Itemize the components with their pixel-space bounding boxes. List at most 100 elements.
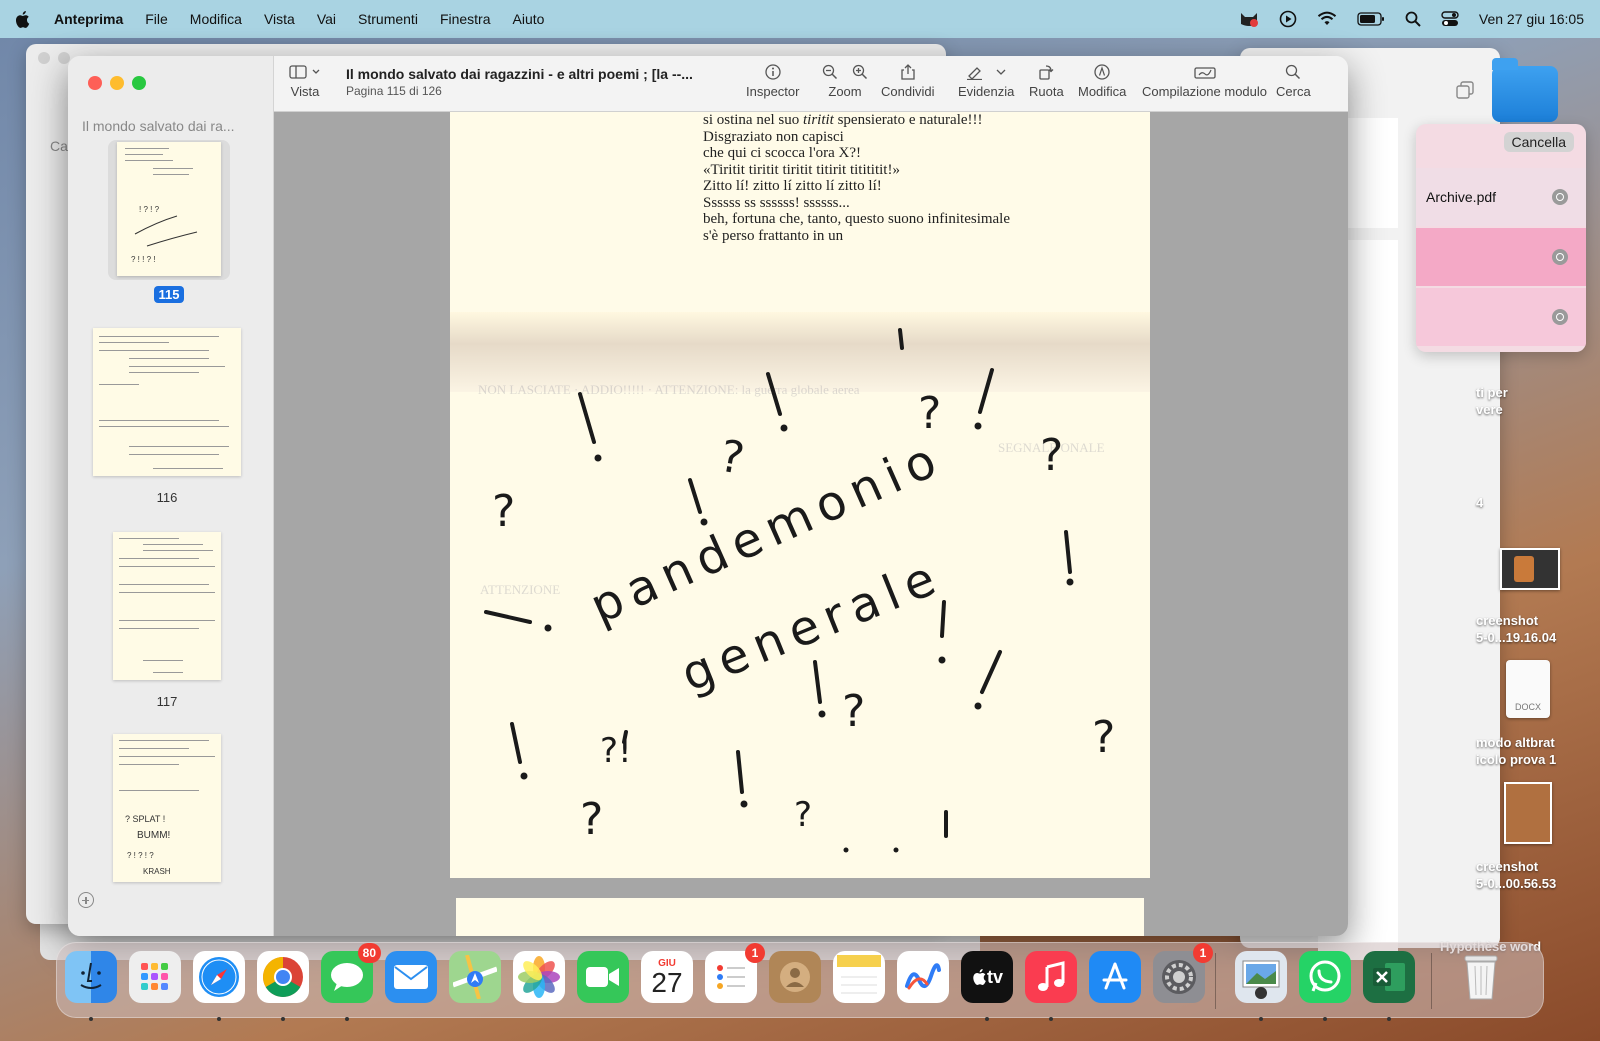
- video-camera-icon: [586, 967, 619, 987]
- file-row[interactable]: [1416, 228, 1586, 286]
- minimize-window-button[interactable]: [110, 76, 124, 90]
- desktop-item-label[interactable]: ti per vere: [1476, 384, 1508, 418]
- dock-apple-tv[interactable]: tv: [961, 951, 1013, 1021]
- form-filling-button[interactable]: Compilazione modulo: [1142, 64, 1267, 99]
- app-menu-anteprima[interactable]: Anteprima: [54, 11, 123, 27]
- dock-reminders[interactable]: 1: [705, 943, 765, 1003]
- dock-trash[interactable]: [1455, 951, 1507, 1003]
- dock-system-settings[interactable]: 1: [1153, 943, 1213, 1003]
- file-row[interactable]: [1416, 288, 1586, 346]
- copy-window-icon[interactable]: [1455, 80, 1475, 105]
- dock-whatsapp[interactable]: [1299, 951, 1351, 1021]
- docx-file-icon[interactable]: DOCX: [1506, 660, 1550, 718]
- chevron-down-icon[interactable]: [996, 68, 1006, 76]
- svg-text:?: ?: [918, 388, 941, 439]
- view-label: Vista: [290, 84, 320, 99]
- screenshot-thumbnail[interactable]: [1500, 548, 1560, 590]
- safari-compass-icon: [199, 957, 239, 997]
- close-window-button[interactable]: [88, 76, 102, 90]
- dock-calendar[interactable]: GIU 27: [641, 951, 693, 1003]
- contacts-person-icon: [780, 962, 810, 992]
- dock-preview[interactable]: [1235, 951, 1287, 1021]
- svg-text:?: ?: [794, 795, 812, 835]
- reveal-magnifier-icon[interactable]: [1552, 189, 1568, 205]
- file-row-archive[interactable]: Archive.pdf: [1416, 168, 1586, 226]
- dock-excel[interactable]: [1363, 951, 1415, 1021]
- zoom-label: Zoom: [828, 84, 862, 99]
- svg-text:! ? ! ?: ! ? ! ?: [139, 205, 160, 214]
- control-center-icon[interactable]: [1441, 11, 1459, 27]
- form-label: Compilazione modulo: [1142, 84, 1268, 99]
- apple-menu-icon[interactable]: [14, 9, 32, 29]
- dock-music[interactable]: [1025, 951, 1077, 1021]
- highlighter-icon: [967, 67, 983, 80]
- sidebar: Il mondo salvato dai ra... ! ? ! ? ? ! ! …: [68, 56, 274, 936]
- dock-mail[interactable]: [385, 951, 437, 1003]
- dock-contacts[interactable]: [769, 951, 821, 1003]
- menu-strumenti[interactable]: Strumenti: [358, 11, 418, 27]
- thumbnail-page-115[interactable]: ! ? ! ? ? ! ! ? ! 115: [116, 142, 222, 304]
- zoom-controls[interactable]: Zoom: [822, 64, 868, 99]
- highlight-button[interactable]: Evidenzia: [958, 64, 1014, 99]
- rotate-button[interactable]: Ruota: [1029, 64, 1064, 99]
- mail-envelope-icon: [394, 965, 428, 989]
- wifi-icon[interactable]: [1317, 11, 1337, 27]
- view-menu-button[interactable]: Vista: [288, 64, 322, 99]
- dock-facetime[interactable]: [577, 951, 629, 1003]
- thumbnail-page-117[interactable]: 117: [112, 532, 222, 709]
- desktop-folder-icon[interactable]: [1492, 58, 1558, 122]
- add-page-icon[interactable]: [78, 892, 94, 908]
- inspector-button[interactable]: Inspector: [746, 64, 799, 99]
- clock[interactable]: Ven 27 giu 16:05: [1479, 11, 1584, 27]
- menu-vai[interactable]: Vai: [317, 11, 336, 27]
- svg-text:KRASH: KRASH: [143, 867, 171, 876]
- dock-launchpad[interactable]: [129, 951, 181, 1003]
- play-status-icon[interactable]: [1279, 10, 1297, 28]
- svg-text:BUMM!: BUMM!: [137, 830, 170, 841]
- reveal-magnifier-icon[interactable]: [1552, 309, 1568, 325]
- dock-safari[interactable]: [193, 951, 245, 1021]
- desktop-item-label[interactable]: creenshot 5-0...19.16.04: [1476, 612, 1556, 646]
- dock-messages[interactable]: 80: [321, 943, 381, 1021]
- dock-freeform[interactable]: [897, 951, 949, 1003]
- battery-icon[interactable]: [1357, 12, 1385, 26]
- zoom-in-icon[interactable]: [852, 64, 868, 80]
- dock-notes[interactable]: [833, 951, 885, 1003]
- desktop-item-label[interactable]: modo altbrat icolo prova 1: [1476, 734, 1556, 768]
- menu-modifica[interactable]: Modifica: [190, 11, 242, 27]
- share-button[interactable]: Condividi: [881, 64, 934, 99]
- zoom-out-icon[interactable]: [822, 64, 838, 80]
- spotlight-search-icon[interactable]: [1405, 11, 1421, 27]
- reveal-magnifier-icon[interactable]: [1552, 249, 1568, 265]
- share-label: Condividi: [881, 84, 935, 99]
- music-note-icon: [1038, 961, 1065, 991]
- svg-text:?: ?: [580, 794, 603, 845]
- dock-photos[interactable]: [513, 951, 565, 1003]
- dock-chrome[interactable]: [257, 951, 309, 1021]
- messages-badge: 80: [357, 943, 381, 963]
- app-store-a-icon: [1102, 962, 1128, 990]
- markup-button[interactable]: Modifica: [1078, 64, 1126, 99]
- document-viewer[interactable]: NON LASCIATE · ADDIO!!!!! · ATTENZIONE: …: [274, 112, 1348, 936]
- menu-file[interactable]: File: [145, 11, 168, 27]
- dock-maps[interactable]: [449, 951, 501, 1003]
- desktop-item-label[interactable]: creenshot 5-0...00.56.53: [1476, 858, 1556, 892]
- thumbnail-page-116[interactable]: 116: [92, 328, 242, 505]
- red-cat-status-icon[interactable]: [1239, 10, 1259, 28]
- dock-finder[interactable]: [65, 951, 117, 1021]
- menu-vista[interactable]: Vista: [264, 11, 295, 27]
- screenshot-thumbnail[interactable]: [1504, 782, 1552, 844]
- thumbnail-page-118[interactable]: ? SPLAT ! BUMM! ? ! ? ! ? KRASH: [112, 734, 222, 896]
- svg-text:?: ?: [842, 686, 865, 737]
- desktop-item-label: 4: [1476, 495, 1484, 510]
- svg-text:? ! ? ! ?: ? ! ? ! ?: [127, 851, 154, 860]
- inactive-close-dot[interactable]: [38, 52, 50, 64]
- sidebar-document-title: Il mondo salvato dai ra...: [82, 118, 235, 134]
- svg-text:? ! ! ? !: ? ! ! ? !: [131, 255, 155, 264]
- dock-app-store[interactable]: [1089, 951, 1141, 1003]
- zoom-window-button[interactable]: [132, 76, 146, 90]
- cancel-button[interactable]: Cancella: [1503, 132, 1574, 152]
- menu-finestra[interactable]: Finestra: [440, 11, 491, 27]
- search-button[interactable]: Cerca: [1276, 64, 1311, 99]
- menu-aiuto[interactable]: Aiuto: [513, 11, 545, 27]
